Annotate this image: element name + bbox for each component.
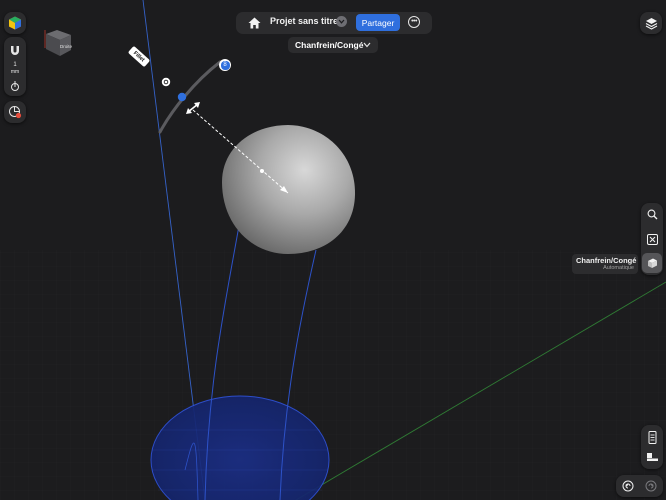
magnet-icon bbox=[11, 46, 19, 55]
layers-panel bbox=[640, 12, 662, 34]
share-button[interactable]: Partager bbox=[356, 14, 400, 31]
home-button[interactable] bbox=[244, 13, 264, 33]
left-secondary-panel bbox=[4, 101, 26, 123]
mode-selector[interactable]: Chanfrein/Congé bbox=[288, 37, 378, 53]
sphere-body[interactable] bbox=[222, 125, 356, 254]
tool-hint-name: Chanfrein/Congé bbox=[576, 256, 637, 265]
close-box-icon bbox=[646, 233, 658, 245]
ellipsis-icon: ••• bbox=[411, 18, 417, 25]
ground-grid bbox=[0, 250, 666, 500]
right-tools-panel bbox=[641, 203, 663, 275]
undo-icon bbox=[622, 480, 634, 492]
redo-icon bbox=[645, 480, 657, 492]
search-button[interactable] bbox=[642, 204, 662, 224]
share-button-label: Partager bbox=[361, 17, 395, 28]
fillet-badge-value: 8 bbox=[220, 60, 230, 70]
3d-viewport[interactable] bbox=[0, 0, 666, 500]
mode-chevron-down-icon bbox=[363, 42, 371, 48]
app-logo-icon bbox=[9, 16, 21, 30]
pivot-settings-icon bbox=[11, 81, 19, 91]
tool-hint-tooltip: Chanfrein/Congé Automatique bbox=[572, 254, 638, 274]
more-options-button[interactable]: ••• bbox=[408, 16, 420, 28]
redo-button[interactable] bbox=[641, 476, 661, 496]
fillet-cube-icon bbox=[648, 258, 657, 268]
analysis-icon bbox=[9, 106, 22, 119]
magnet-snap-button[interactable] bbox=[5, 40, 25, 60]
layers-button[interactable] bbox=[641, 13, 661, 33]
units-value: 1 bbox=[13, 61, 17, 68]
view-cube-face-label: Droite bbox=[60, 44, 73, 49]
mode-label: Chanfrein/Congé bbox=[295, 40, 364, 50]
pivot-icon[interactable] bbox=[161, 77, 171, 87]
history-panel bbox=[616, 475, 663, 497]
measure-button[interactable] bbox=[642, 447, 662, 467]
stack-icon bbox=[648, 430, 656, 444]
pivot-settings-button[interactable] bbox=[5, 76, 25, 96]
fillet-tool-button[interactable] bbox=[642, 253, 662, 273]
view-cube[interactable]: Droite bbox=[41, 28, 75, 58]
fillet-arc-handle[interactable] bbox=[158, 60, 222, 134]
fillet-handle-dot[interactable] bbox=[177, 92, 187, 102]
app-menu-panel bbox=[4, 12, 26, 34]
analysis-button[interactable] bbox=[5, 102, 25, 122]
units-label: mm bbox=[10, 68, 20, 75]
app-logo-button[interactable] bbox=[5, 13, 25, 33]
layers-icon bbox=[645, 17, 657, 30]
fillet-badge[interactable]: 8 bbox=[219, 59, 231, 71]
project-title[interactable]: Projet sans titre bbox=[270, 16, 338, 26]
move-arrows-icon[interactable] bbox=[186, 102, 200, 114]
project-dropdown-button[interactable] bbox=[336, 16, 347, 27]
undo-button[interactable] bbox=[618, 476, 638, 496]
left-toolbar: 1 mm bbox=[4, 37, 26, 96]
fillet-target-dot bbox=[260, 169, 264, 173]
measure-icon bbox=[646, 453, 658, 461]
close-tool-button[interactable] bbox=[642, 229, 662, 249]
object-panel bbox=[641, 425, 663, 469]
units-button[interactable]: 1 mm bbox=[5, 58, 25, 78]
home-icon bbox=[248, 17, 260, 29]
object-list-button[interactable] bbox=[642, 427, 662, 447]
tool-hint-subtitle: Automatique bbox=[603, 265, 634, 271]
chevron-down-icon bbox=[338, 19, 345, 24]
search-icon bbox=[647, 209, 657, 219]
